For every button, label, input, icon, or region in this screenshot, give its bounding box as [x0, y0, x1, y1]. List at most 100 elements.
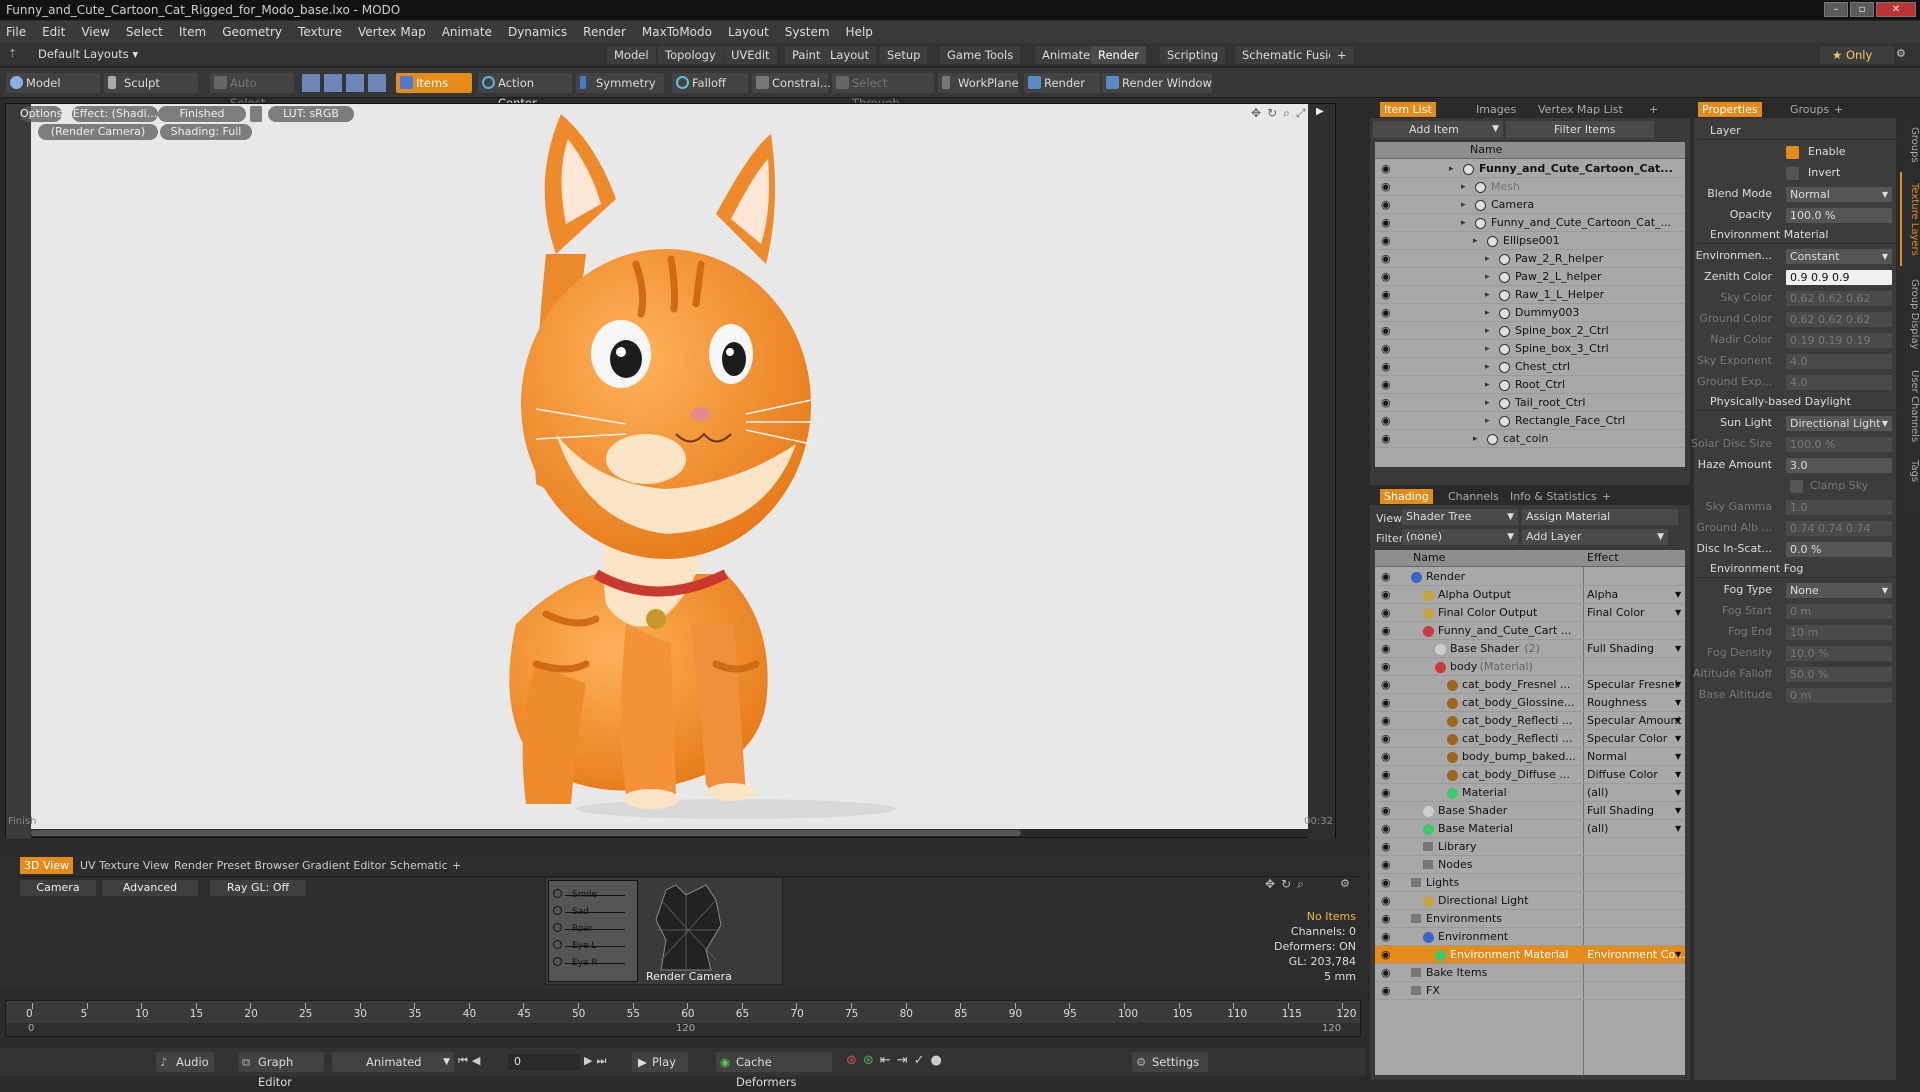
- effect-value[interactable]: Specular Fresnel: [1587, 676, 1678, 694]
- shader-row[interactable]: ◉ Lights: [1375, 874, 1685, 892]
- visibility-eye-icon[interactable]: ◉: [1381, 985, 1395, 996]
- visibility-eye-icon[interactable]: ◉: [1381, 769, 1395, 780]
- menu-file[interactable]: File: [6, 25, 26, 39]
- menu-texture[interactable]: Texture: [298, 25, 342, 39]
- side-tab-group-display[interactable]: Group Display: [1900, 270, 1920, 358]
- add-item-button[interactable]: Add Item ▼: [1373, 121, 1503, 138]
- symmetry-button[interactable]: Symmetry: [576, 73, 664, 93]
- item-row[interactable]: ◉ ▸ Dummy003: [1375, 304, 1685, 322]
- item-row[interactable]: ◉ ▸ Root_Ctrl: [1375, 376, 1685, 394]
- sculpt-button[interactable]: Sculpt: [104, 73, 198, 93]
- key-filter-icon[interactable]: ⊛: [863, 1053, 874, 1068]
- menu-animate[interactable]: Animate: [442, 25, 492, 39]
- bottom-tab-3d-view[interactable]: 3D View: [20, 857, 74, 874]
- viewport-scrollbar[interactable]: [31, 829, 1311, 837]
- expand-toggle-icon[interactable]: ▸: [1485, 394, 1490, 412]
- prop-field-ground[interactable]: 0.62 0.62 0.62: [1786, 312, 1892, 327]
- morph-slider[interactable]: Sad: [553, 906, 633, 920]
- prop-field-environment[interactable]: Constant ▼: [1786, 249, 1892, 264]
- visibility-eye-icon[interactable]: ◉: [1381, 289, 1395, 300]
- timeline-range-bar[interactable]: 0 120 120: [6, 1023, 1360, 1036]
- item-row[interactable]: ◉ ▸ cat_coin: [1375, 430, 1685, 448]
- layout-pin-icon[interactable]: ⇡: [8, 47, 17, 60]
- shader-row[interactable]: ◉ Directional Light: [1375, 892, 1685, 910]
- shader-row[interactable]: ◉ Bake Items: [1375, 964, 1685, 982]
- layout-tab-animate[interactable]: Animate: [1035, 46, 1098, 64]
- visibility-eye-icon[interactable]: ◉: [1381, 325, 1395, 336]
- prop-field-ground_exp[interactable]: 4.0: [1786, 375, 1892, 390]
- rotate-view-icon[interactable]: ↻: [1267, 106, 1277, 121]
- maximize-button[interactable]: ▫: [1850, 2, 1874, 17]
- prop-field-zenith[interactable]: 0.9 0.9 0.9: [1786, 270, 1892, 285]
- prop-field-alt_falloff[interactable]: 50.0 %: [1786, 667, 1892, 682]
- visibility-eye-icon[interactable]: ◉: [1381, 877, 1395, 888]
- panel-tab-[interactable]: +: [1645, 102, 1662, 117]
- only-button[interactable]: ★ Only: [1820, 46, 1894, 64]
- item-row[interactable]: ◉ ▸ Tail_root_Ctrl: [1375, 394, 1685, 412]
- effect-value[interactable]: Specular Amount: [1587, 712, 1682, 730]
- visibility-eye-icon[interactable]: ◉: [1381, 307, 1395, 318]
- next-frame-icon[interactable]: ▶: [584, 1054, 592, 1068]
- assign-material-button[interactable]: Assign Material: [1522, 509, 1678, 525]
- prop-field-nadir[interactable]: 0.19 0.19 0.19: [1786, 333, 1892, 348]
- menu-select[interactable]: Select: [126, 25, 163, 39]
- shader-row[interactable]: ◉ Funny_and_Cute_Cart ...: [1375, 622, 1685, 640]
- item-row[interactable]: ◉ ▸ Spine_box_2_Ctrl: [1375, 322, 1685, 340]
- expand-toggle-icon[interactable]: ▸: [1485, 376, 1490, 394]
- bottom-gear-icon[interactable]: ⚙: [1340, 877, 1350, 890]
- effect-value[interactable]: Specular Color: [1587, 730, 1667, 748]
- shader-row[interactable]: ◉ body (Material): [1375, 658, 1685, 676]
- effect-value[interactable]: Full Shading: [1587, 640, 1654, 658]
- close-button[interactable]: ✕: [1876, 2, 1916, 17]
- expand-toggle-icon[interactable]: ▸: [1461, 178, 1466, 196]
- prop-field-fog_end[interactable]: 10 m: [1786, 625, 1892, 640]
- expand-toggle-icon[interactable]: ▸: [1485, 250, 1490, 268]
- shader-row[interactable]: ◉ Nodes: [1375, 856, 1685, 874]
- checkbox[interactable]: [1786, 167, 1799, 180]
- chevron-down-icon[interactable]: ▼: [1675, 730, 1681, 748]
- shader-row[interactable]: ◉ body_bump_baked... Normal ▼: [1375, 748, 1685, 766]
- item-row[interactable]: ◉ ▸ Raw_1_L_Helper: [1375, 286, 1685, 304]
- panel-tab-item-list[interactable]: Item List: [1380, 102, 1436, 117]
- graph-editor-button[interactable]: ⧉ Graph Editor: [238, 1052, 324, 1089]
- visibility-eye-icon[interactable]: ◉: [1381, 253, 1395, 264]
- visibility-eye-icon[interactable]: ◉: [1381, 859, 1395, 870]
- prop-field-haze[interactable]: 3.0: [1786, 458, 1892, 473]
- menu-edit[interactable]: Edit: [42, 25, 65, 39]
- menu-dynamics[interactable]: Dynamics: [508, 25, 567, 39]
- panel-tab-vertex-map-list[interactable]: Vertex Map List: [1534, 102, 1627, 117]
- shader-row[interactable]: ◉ cat_body_Diffuse ... Diffuse Color ▼: [1375, 766, 1685, 784]
- shader-row[interactable]: ◉ Library: [1375, 838, 1685, 856]
- visibility-eye-icon[interactable]: ◉: [1381, 733, 1395, 744]
- menu-render[interactable]: Render: [583, 25, 626, 39]
- chevron-down-icon[interactable]: ▼: [1675, 694, 1681, 712]
- key-next-icon[interactable]: ⇥: [897, 1053, 908, 1068]
- visibility-eye-icon[interactable]: ◉: [1381, 589, 1395, 600]
- shader-row[interactable]: ◉ cat_body_Glossine... Roughness ▼: [1375, 694, 1685, 712]
- shader-row[interactable]: ◉ Base Material (all) ▼: [1375, 820, 1685, 838]
- section-env_fog[interactable]: Environment Fog: [1698, 560, 1898, 578]
- layout-tab-game-tools[interactable]: Game Tools: [940, 46, 1021, 64]
- visibility-eye-icon[interactable]: ◉: [1381, 661, 1395, 672]
- menu-item[interactable]: Item: [179, 25, 206, 39]
- shader-row[interactable]: ◉ cat_body_Reflecti ... Specular Color ▼: [1375, 730, 1685, 748]
- effect-column-header[interactable]: Effect: [1587, 551, 1619, 564]
- slider-knob-icon[interactable]: [553, 889, 562, 898]
- panel-tab-groups[interactable]: Groups: [1786, 102, 1833, 117]
- shader-row[interactable]: ◉ cat_body_Reflecti ... Specular Amount ▼: [1375, 712, 1685, 730]
- morph-slider[interactable]: Eye L: [553, 940, 633, 954]
- panel-tab-[interactable]: +: [1598, 489, 1615, 504]
- fit-view-icon[interactable]: ⤢: [1296, 106, 1306, 121]
- visibility-eye-icon[interactable]: ◉: [1381, 931, 1395, 942]
- menu-system[interactable]: System: [785, 25, 830, 39]
- side-tab-tags[interactable]: Tags: [1900, 454, 1920, 488]
- visibility-eye-icon[interactable]: ◉: [1381, 571, 1395, 582]
- raygl-button[interactable]: Ray GL: Off: [210, 880, 306, 896]
- play-button[interactable]: ▶ Play: [632, 1052, 688, 1072]
- visibility-eye-icon[interactable]: ◉: [1381, 607, 1395, 618]
- expand-toggle-icon[interactable]: ▸: [1485, 358, 1490, 376]
- visibility-eye-icon[interactable]: ◉: [1381, 433, 1395, 444]
- lock-icon[interactable]: [250, 106, 262, 122]
- advanced-button[interactable]: Advanced: [102, 880, 198, 896]
- visibility-eye-icon[interactable]: ◉: [1381, 823, 1395, 834]
